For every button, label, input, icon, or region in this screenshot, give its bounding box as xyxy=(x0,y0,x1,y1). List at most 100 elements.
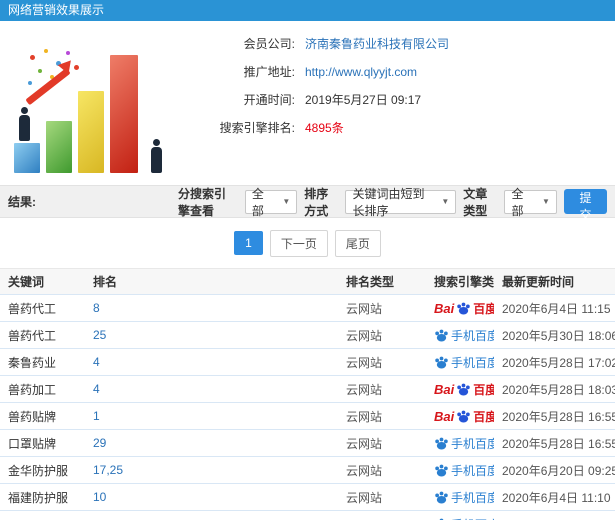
updated-cell: 2020年5月30日 18:06 xyxy=(502,328,615,343)
article-type-select[interactable]: 全部 ▼ xyxy=(504,187,557,218)
filter-bar: 结果: 分搜索引擎查看 全部 ▼ 排序方式 关键词由短到长排序 ▼ 文章类型 全… xyxy=(0,185,615,222)
rank-link[interactable]: 8 xyxy=(85,301,338,315)
engine-select[interactable]: 全部 ▼ xyxy=(244,187,298,218)
table-header: 关键词 排名 排名类型 搜索引擎类型 最新更新时间 xyxy=(0,268,615,294)
engine-cell: 手机百度 xyxy=(426,354,494,371)
page-number-current[interactable]: 1 xyxy=(234,231,263,255)
article-type-select-value: 全部 xyxy=(511,186,524,218)
table-row: 手机百度 xyxy=(0,510,615,520)
last-page-button[interactable]: 尾页 xyxy=(334,229,381,257)
sort-select[interactable]: 关键词由短到长排序 ▼ xyxy=(345,187,457,218)
chevron-down-icon: ▼ xyxy=(282,197,291,206)
rank-type-cell: 云网站 xyxy=(346,355,383,370)
keyword-cell: 秦鲁药业 xyxy=(8,355,57,370)
baidu-paw-icon xyxy=(435,437,448,449)
table-row: 秦鲁药业 4 云网站 手机百度 2020年5月28日 17:02 xyxy=(0,348,615,375)
chart-illustration xyxy=(0,21,185,181)
confetti-dot xyxy=(30,55,35,60)
table-row: 兽药加工 4 云网站 Bai 百度 2020年5月28日 18:03 xyxy=(0,375,615,402)
rank-count-row: 搜索引擎排名: 4895条 xyxy=(185,121,449,136)
confetti-dot xyxy=(28,81,32,85)
rank-link[interactable]: 4 xyxy=(85,355,338,369)
engine-filter-label: 分搜索引擎查看 xyxy=(178,186,227,218)
result-section-label: 结果: xyxy=(8,195,36,209)
confetti-dot xyxy=(44,49,48,53)
table-row: 兽药代工 25 云网站 手机百度 2020年5月30日 18:06 xyxy=(0,321,615,348)
baidu-logo-letters: Bai xyxy=(434,381,455,397)
chevron-down-icon: ▼ xyxy=(441,197,450,206)
keyword-cell: 兽药贴牌 xyxy=(8,409,57,424)
keyword-cell: 福建防护服 xyxy=(8,490,69,505)
rank-type-cell: 云网站 xyxy=(346,382,383,397)
header-keyword: 关键词 xyxy=(8,275,45,289)
confetti-dot xyxy=(38,69,42,73)
engine-cell: Bai 百度 xyxy=(426,300,494,317)
chart-bar-blue xyxy=(14,143,40,173)
growth-arrow-icon xyxy=(25,67,71,106)
engine-cell: Bai 百度 xyxy=(426,381,494,398)
chart-bar-green xyxy=(46,121,72,173)
promo-url-label: 推广地址: xyxy=(243,65,295,79)
next-page-button[interactable]: 下一页 xyxy=(269,229,328,257)
updated-cell: 2020年6月4日 11:15 xyxy=(502,301,611,316)
mobile-baidu-label: 手机百度 xyxy=(451,355,494,370)
sort-select-value: 关键词由短到长排序 xyxy=(352,186,425,218)
updated-cell: 2020年6月4日 11:10 xyxy=(502,490,611,505)
baidu-logo-cn: 百度 xyxy=(473,382,494,397)
baidu-paw-icon xyxy=(435,491,448,503)
baidu-paw-icon xyxy=(435,356,448,368)
pagination: 1 下一页 尾页 xyxy=(0,218,615,268)
baidu-logo-letters: Bai xyxy=(434,300,455,316)
engine-cell: 手机百度 xyxy=(426,462,494,479)
submit-button[interactable]: 提交 xyxy=(563,189,608,222)
table-row: 福建防护服 10 云网站 手机百度 2020年6月4日 11:10 xyxy=(0,483,615,510)
rank-link[interactable]: 25 xyxy=(85,328,338,342)
engine-select-value: 全部 xyxy=(251,186,264,218)
open-time-row: 开通时间: 2019年5月27日 09:17 xyxy=(185,93,449,108)
filter-group: 分搜索引擎查看 全部 ▼ 排序方式 关键词由短到长排序 ▼ 文章类型 全部 ▼ … xyxy=(178,185,608,222)
rank-type-cell: 云网站 xyxy=(346,328,383,343)
table-body: 兽药代工 8 云网站 Bai 百度 2020年6月4日 11:15 兽药代工 25 云网站 手机百… xyxy=(0,294,615,520)
engine-cell: Bai 百度 xyxy=(426,408,494,425)
businessman-figure-right xyxy=(150,139,163,173)
table-row: 金华防护服 17,25 云网站 手机百度 2020年6月20日 09:25 xyxy=(0,456,615,483)
rank-type-cell: 云网站 xyxy=(346,490,383,505)
engine-cell: 手机百度 xyxy=(426,327,494,344)
mobile-baidu-label: 手机百度 xyxy=(451,328,494,343)
table-row: 兽药代工 8 云网站 Bai 百度 2020年6月4日 11:15 xyxy=(0,294,615,321)
baidu-paw-icon xyxy=(457,302,470,314)
mobile-baidu-label: 手机百度 xyxy=(451,490,494,505)
chart-bar-yellow xyxy=(78,91,104,173)
updated-cell: 2020年6月20日 09:25 xyxy=(502,463,615,478)
rank-type-cell: 云网站 xyxy=(346,409,383,424)
table-row: 口罩贴牌 29 云网站 手机百度 2020年5月28日 16:55 xyxy=(0,429,615,456)
rank-link[interactable]: 10 xyxy=(85,490,338,504)
info-fields: 会员公司: 济南秦鲁药业科技有限公司 推广地址: http://www.qlyy… xyxy=(185,21,449,185)
confetti-dot xyxy=(66,51,70,55)
engine-cell: 手机百度 xyxy=(426,489,494,506)
table-row: 兽药贴牌 1 云网站 Bai 百度 2020年5月28日 16:55 xyxy=(0,402,615,429)
header-rank: 排名 xyxy=(93,275,118,289)
page-title: 网络营销效果展示 xyxy=(8,3,105,17)
rank-link[interactable]: 17,25 xyxy=(85,463,338,477)
info-panel: 会员公司: 济南秦鲁药业科技有限公司 推广地址: http://www.qlyy… xyxy=(0,21,615,185)
rank-link[interactable]: 4 xyxy=(85,382,338,396)
results-table: 关键词 排名 排名类型 搜索引擎类型 最新更新时间 兽药代工 8 云网站 Bai 百度 2… xyxy=(0,268,615,520)
keyword-cell: 兽药加工 xyxy=(8,382,57,397)
mobile-baidu-label: 手机百度 xyxy=(451,436,494,451)
baidu-logo-cn: 百度 xyxy=(473,409,494,424)
updated-cell: 2020年5月28日 16:55 xyxy=(502,436,615,451)
rank-link[interactable]: 1 xyxy=(85,409,338,423)
chart-bar-red xyxy=(110,55,138,173)
mobile-baidu-label: 手机百度 xyxy=(451,516,494,520)
baidu-paw-icon xyxy=(435,329,448,341)
member-company-row: 会员公司: 济南秦鲁药业科技有限公司 xyxy=(185,37,449,52)
promo-url-link[interactable]: http://www.qlyyjt.com xyxy=(305,65,417,80)
engine-cell: 手机百度 xyxy=(426,516,494,520)
member-company-link[interactable]: 济南秦鲁药业科技有限公司 xyxy=(305,37,449,52)
mobile-baidu-label: 手机百度 xyxy=(451,463,494,478)
keyword-cell: 金华防护服 xyxy=(8,463,69,478)
rank-link[interactable]: 29 xyxy=(85,436,338,450)
baidu-logo-letters: Bai xyxy=(434,408,455,424)
keyword-cell: 兽药代工 xyxy=(8,328,57,343)
